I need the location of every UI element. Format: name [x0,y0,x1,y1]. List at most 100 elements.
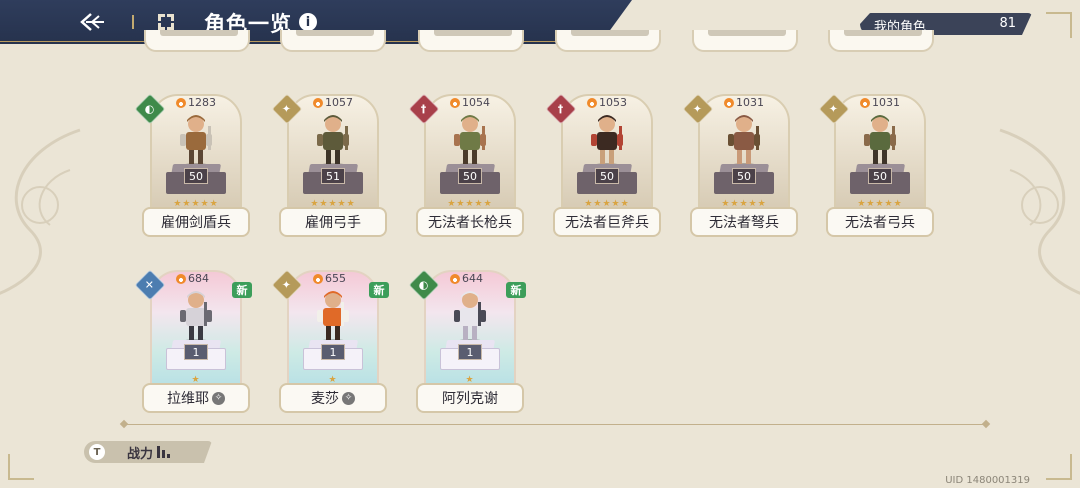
character-count-value: 81 [999,16,1016,31]
character-nameplate: 无法者巨斧兵 [553,207,661,237]
character-name: 无法者长枪兵 [428,215,512,231]
back-button[interactable] [78,10,106,34]
character-level: 1 [458,344,482,360]
power-rating: 1053 [587,96,627,109]
flame-icon [176,273,186,284]
partial-character-card[interactable] [144,30,250,52]
character-sprite [311,288,355,346]
character-name: 麦莎 [311,391,339,407]
sort-label: 战力 [127,446,154,462]
character-card[interactable]: ✕ 684 新 1 ★ 拉维耶 ✧ [134,268,252,416]
character-nameplate: 无法者弩兵 [690,207,798,237]
level-pedestal: 50 [577,164,637,196]
awaken-icon: ✧ [342,391,355,405]
level-pedestal: 51 [303,164,363,196]
character-sprite [585,112,629,170]
header-divider [132,15,134,29]
awaken-icon: ✧ [212,391,225,405]
character-card[interactable]: ✦ 655 新 1 ★ 麦莎 ✧ [271,268,389,416]
flame-icon [724,97,734,108]
character-level: 50 [868,168,892,184]
background-ornament-right [999,128,1080,295]
power-value: 655 [325,272,346,285]
character-level: 50 [595,168,619,184]
bottom-divider [124,424,986,425]
level-pedestal: 1 [303,340,363,372]
power-rating: 1054 [450,96,490,109]
character-name: 雇佣剑盾兵 [161,215,231,231]
character-nameplate: 麦莎 ✧ [279,383,387,413]
character-card[interactable]: ◐ 644 新 1 ★ 阿列克谢 [408,268,526,416]
power-rating: 655 [313,272,346,285]
character-sprite [858,112,902,170]
partial-character-card[interactable] [555,30,661,52]
character-level: 1 [184,344,208,360]
character-name: 拉维耶 [167,391,209,407]
frame-corner [8,454,34,480]
level-pedestal: 50 [714,164,774,196]
power-value: 644 [462,272,483,285]
sort-button[interactable]: T 战力 [84,441,212,463]
flame-icon [860,97,870,108]
grid-icon[interactable] [156,12,176,32]
level-pedestal: 50 [850,164,910,196]
info-icon[interactable]: i [299,13,317,31]
character-nameplate: 无法者弓兵 [826,207,934,237]
new-badge: 新 [506,282,526,298]
character-sprite [722,112,766,170]
character-sprite [448,288,492,346]
character-nameplate: 雇佣弓手 [279,207,387,237]
frame-corner [1046,12,1072,38]
character-card[interactable]: ◐ 1283 50 ★★★★★ 雇佣剑盾兵 [134,92,250,240]
character-sprite [448,112,492,170]
character-nameplate: 雇佣剑盾兵 [142,207,250,237]
power-value: 1053 [599,96,627,109]
power-rating: 1031 [724,96,764,109]
frame-corner [1046,454,1072,480]
flame-icon [587,97,597,108]
power-value: 1031 [736,96,764,109]
character-name: 无法者巨斧兵 [565,215,649,231]
character-nameplate: 阿列克谢 [416,383,524,413]
power-rating: 1057 [313,96,353,109]
flame-icon [313,97,323,108]
character-card[interactable]: ✦ 1031 50 ★★★★★ 无法者弓兵 [818,92,934,240]
partial-character-card[interactable] [418,30,524,52]
character-name: 无法者弩兵 [709,215,779,231]
character-name: 阿列克谢 [442,391,498,407]
partial-character-card[interactable] [828,30,934,52]
character-card[interactable]: ✦ 1031 50 ★★★★★ 无法者弩兵 [682,92,798,240]
new-badge: 新 [369,282,389,298]
level-pedestal: 1 [440,340,500,372]
background-ornament-left [0,128,81,295]
partial-character-card[interactable] [280,30,386,52]
character-name: 雇佣弓手 [305,215,361,231]
character-card[interactable]: † 1053 50 ★★★★★ 无法者巨斧兵 [545,92,661,240]
power-value: 1057 [325,96,353,109]
character-sprite [174,112,218,170]
power-rating: 684 [176,272,209,285]
flame-icon [313,273,323,284]
character-level: 51 [321,168,345,184]
flame-icon [176,97,186,108]
power-value: 1283 [188,96,216,109]
character-card[interactable]: ✦ 1057 51 ★★★★★ 雇佣弓手 [271,92,387,240]
power-rating: 1283 [176,96,216,109]
back-arrow-icon [80,13,104,31]
character-level: 50 [732,168,756,184]
level-pedestal: 50 [440,164,500,196]
character-sprite [311,112,355,170]
character-sprite [174,288,218,346]
flame-icon [450,273,460,284]
character-card[interactable]: † 1054 50 ★★★★★ 无法者长枪兵 [408,92,524,240]
level-pedestal: 1 [166,340,226,372]
power-value: 1031 [872,96,900,109]
power-value: 1054 [462,96,490,109]
power-value: 684 [188,272,209,285]
power-rating: 1031 [860,96,900,109]
new-badge: 新 [232,282,252,298]
character-nameplate: 无法者长枪兵 [416,207,524,237]
partial-character-card[interactable] [692,30,798,52]
user-id: UID 1480001319 [945,475,1030,486]
power-rating: 644 [450,272,483,285]
